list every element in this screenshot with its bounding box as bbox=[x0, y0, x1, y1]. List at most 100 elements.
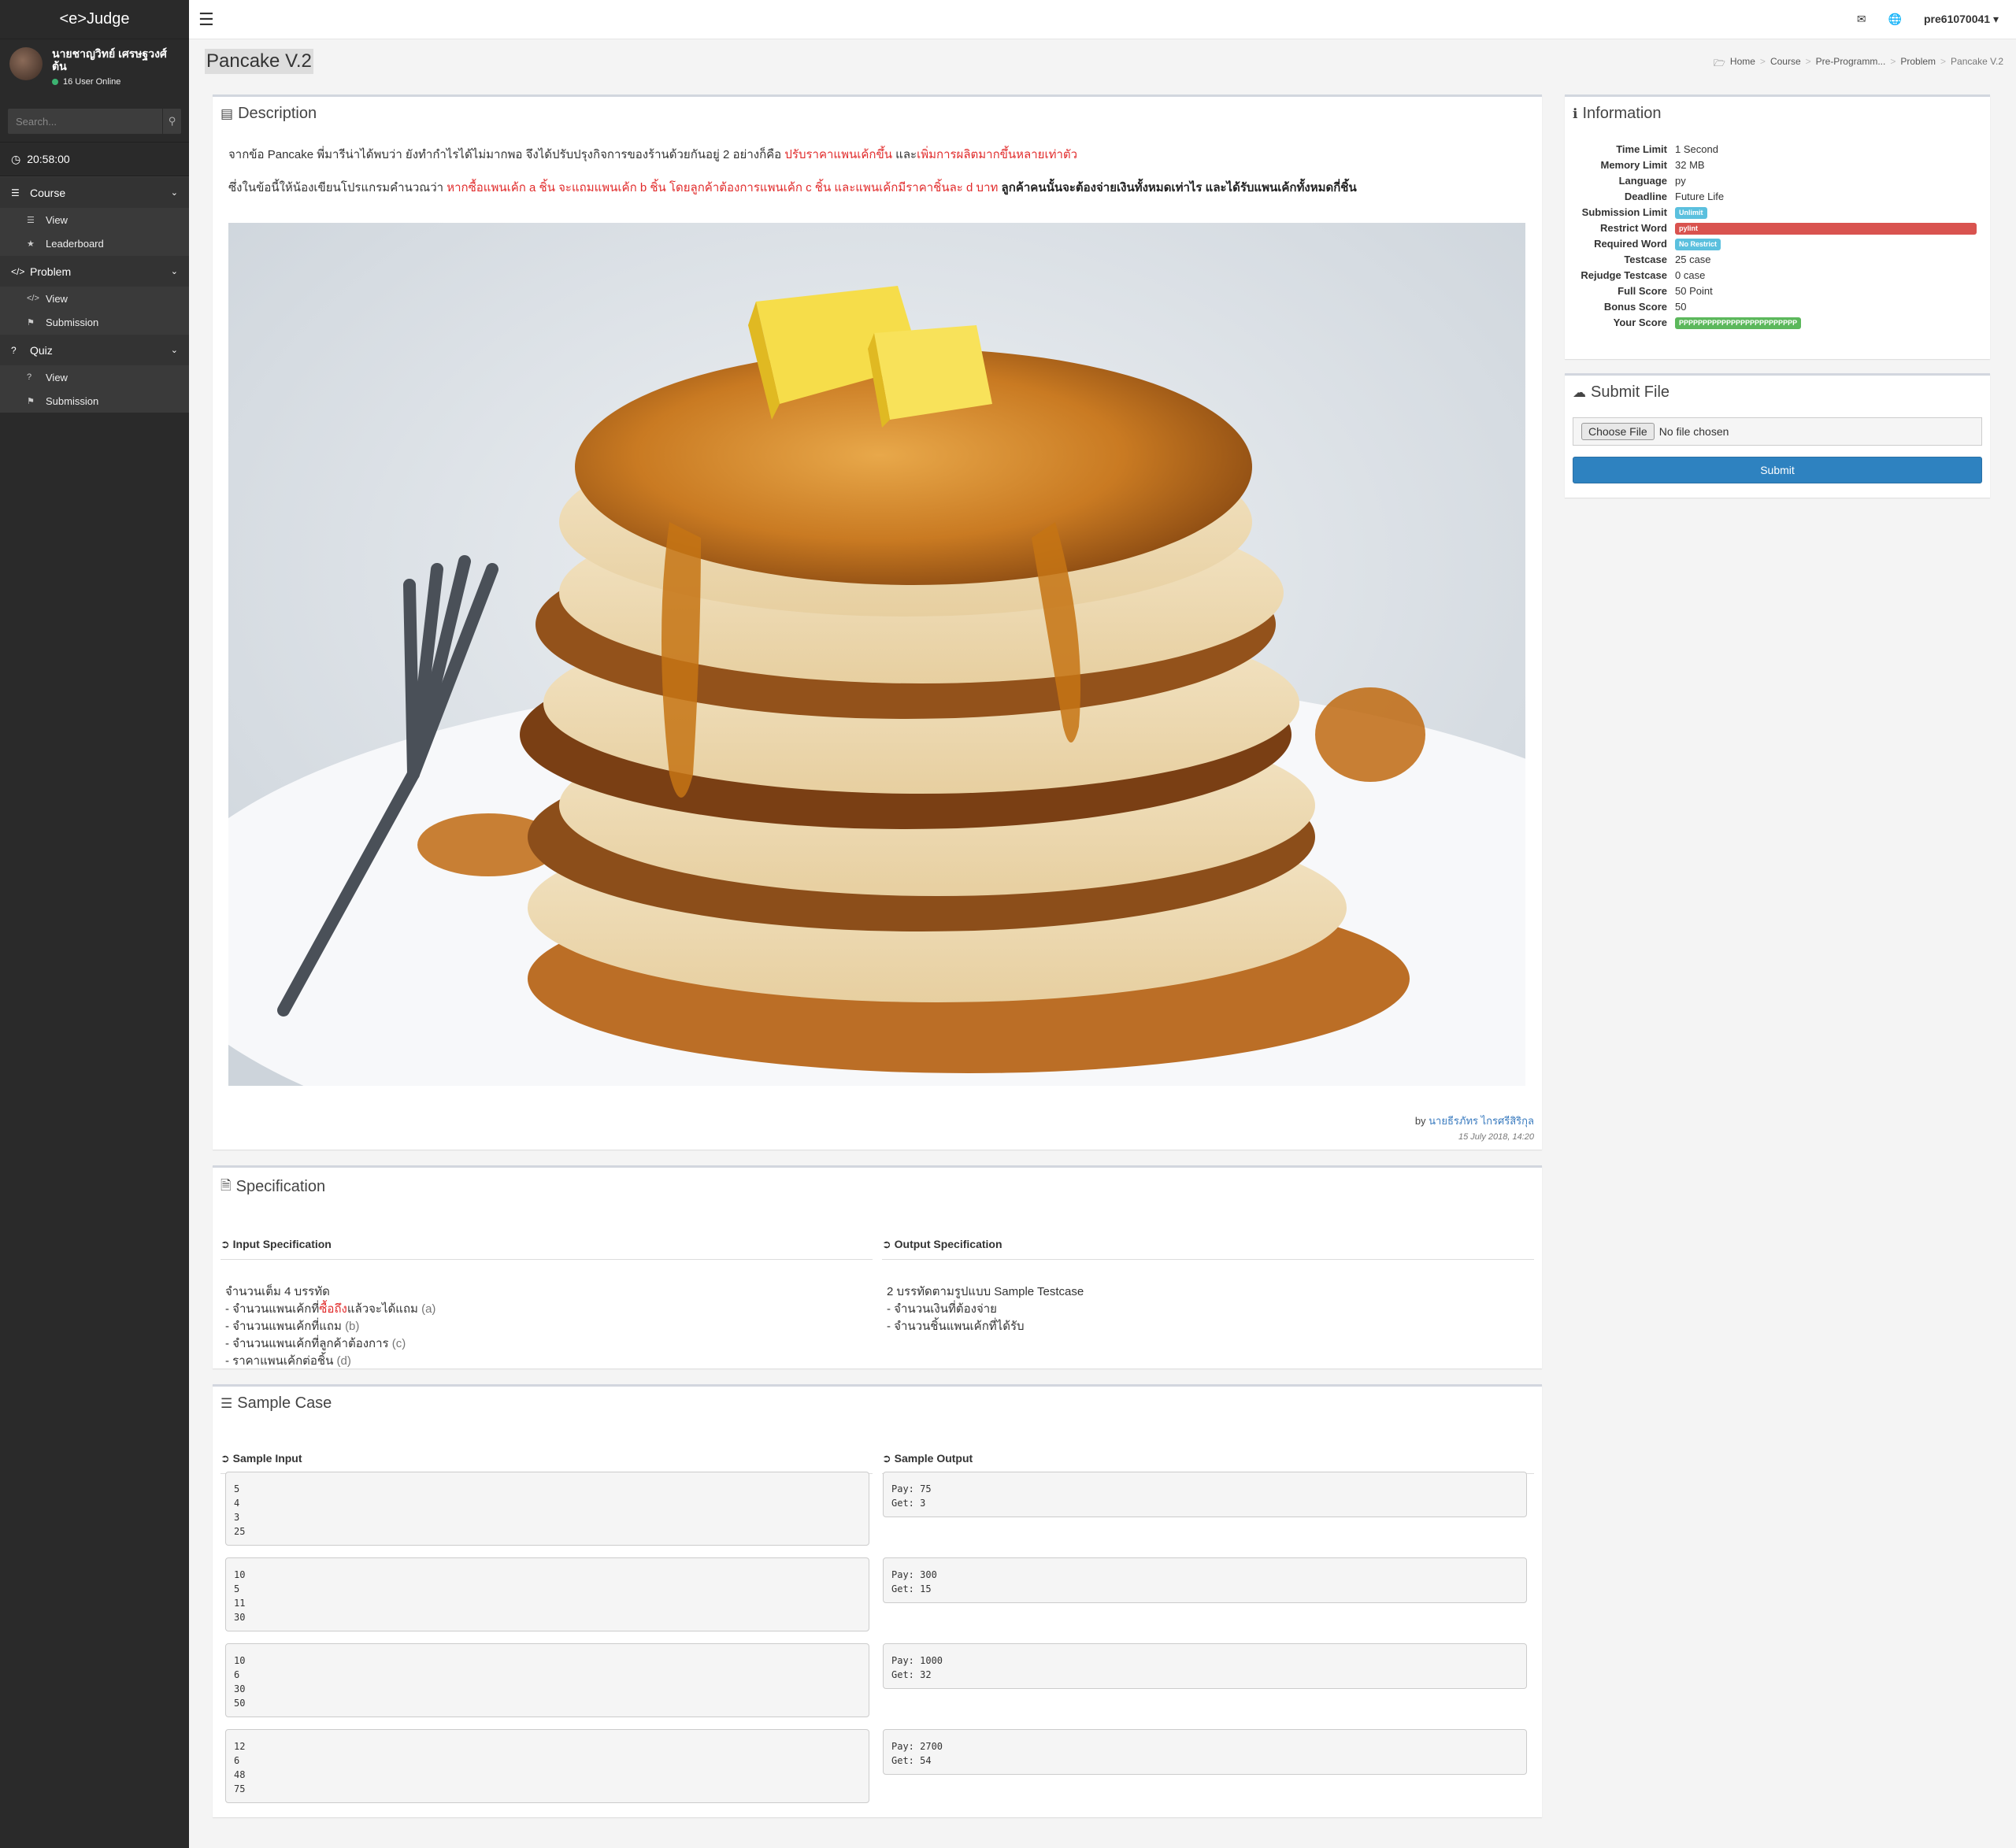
sample-case-title: Sample Case bbox=[237, 1394, 332, 1412]
choose-file-button[interactable]: Choose File bbox=[1581, 423, 1655, 440]
sidebar-item-course-view[interactable]: ☰ View bbox=[0, 208, 189, 231]
info-row-testcase: Testcase 25 case bbox=[1565, 252, 1990, 268]
breadcrumb-home[interactable]: Home bbox=[1730, 56, 1755, 72]
bold-text: ลูกค้าคนนั้นจะต้องจ่ายเงินทั้งหมดเท่าไร … bbox=[998, 181, 1357, 194]
output-specification-label: Output Specification bbox=[894, 1238, 1002, 1250]
list-alt-icon: ▤ bbox=[220, 106, 234, 121]
author-prefix: by bbox=[1414, 1115, 1429, 1127]
clock-time: 20:58:00 bbox=[27, 153, 70, 165]
info-value: 0 case bbox=[1675, 269, 1706, 281]
sidebar-item-quiz-submission[interactable]: ⚑ Submission bbox=[0, 389, 189, 413]
sidebar: <e>Judge นายชาญวิทย์ เศรษฐวงศ์ต้น 16 Use… bbox=[0, 0, 189, 1848]
sidebar-item-quiz-view[interactable]: ? View bbox=[0, 365, 189, 389]
globe-icon[interactable]: 🌐 bbox=[1888, 13, 1902, 26]
description-paragraph-2: ซึ่งในข้อนี้ให้น้องเขียนโปรแกรมคำนวณว่า … bbox=[228, 180, 1526, 197]
info-value: py bbox=[1675, 175, 1686, 187]
info-row-deadline: Deadline Future Life bbox=[1565, 189, 1990, 205]
clock: ◷ 20:58:00 bbox=[0, 142, 189, 176]
text-run: - จำนวนแพนเค้กที่ลูกค้าต้องการ bbox=[225, 1337, 392, 1350]
file-input[interactable]: Choose File No file chosen bbox=[1573, 417, 1982, 446]
submit-file-title: Submit File bbox=[1591, 383, 1670, 401]
author-link[interactable]: นายธีรภัทร ไกรศรีสิริกุล bbox=[1429, 1115, 1534, 1127]
author-info: by นายธีรภัทร ไกรศรีสิริกุล 15 July 2018… bbox=[1415, 1113, 1534, 1142]
breadcrumb-separator: > bbox=[1890, 56, 1896, 67]
highlight-text: เพิ่มการผลิตมากขึ้นหลายเท่าตัว bbox=[917, 148, 1078, 161]
sidebar-item-label: View bbox=[46, 371, 68, 383]
sample-input-box[interactable]: 12 6 48 75 bbox=[225, 1729, 869, 1803]
info-value: 50 Point bbox=[1675, 285, 1713, 297]
information-title: Information bbox=[1582, 105, 1662, 122]
question-icon: ? bbox=[27, 372, 32, 382]
sample-output-box[interactable]: Pay: 75 Get: 3 bbox=[883, 1472, 1527, 1517]
flag-icon: ⚑ bbox=[27, 317, 35, 328]
info-row-language: Language py bbox=[1565, 173, 1990, 189]
highlight-text: ปรับราคาแพนเค้กขึ้น bbox=[784, 148, 892, 161]
sample-input-box[interactable]: 5 4 3 25 bbox=[225, 1472, 869, 1546]
info-label: Restrict Word bbox=[1600, 222, 1667, 234]
sidebar-item-leaderboard[interactable]: ★ Leaderboard bbox=[0, 231, 189, 255]
hamburger-menu-icon[interactable]: ☰ bbox=[198, 9, 216, 30]
menu-course[interactable]: ☰ Course ⌄ bbox=[0, 176, 189, 208]
submit-file-panel: ☁ Submit File Choose File No file chosen… bbox=[1565, 373, 1990, 498]
specification-panel: 🗎 Specification ➲ Input Specification จำ… bbox=[213, 1165, 1542, 1368]
cloud-upload-icon: ☁ bbox=[1573, 384, 1586, 400]
text-run: - ราคาแพนเค้กต่อชิ้น bbox=[225, 1354, 337, 1368]
user-profile: นายชาญวิทย์ เศรษฐวงศ์ต้น 16 User Online bbox=[0, 39, 189, 102]
info-label: Your Score bbox=[1613, 317, 1667, 328]
highlight-text: หากซื้อแพนเค้ก a ชิ้น จะแถมแพนเค้ก b ชิ้… bbox=[447, 181, 999, 194]
flag-icon: ⚑ bbox=[27, 396, 35, 406]
user-menu[interactable]: pre61070041 ▾ bbox=[1924, 13, 1999, 26]
sidebar-search: ⚲ bbox=[8, 109, 181, 134]
menu-quiz[interactable]: ? Quiz ⌄ bbox=[0, 334, 189, 365]
submit-button[interactable]: Submit bbox=[1573, 457, 1982, 483]
sample-input-box[interactable]: 10 6 30 50 bbox=[225, 1643, 869, 1717]
sign-in-icon: ➲ bbox=[220, 1452, 230, 1465]
info-value: 50 bbox=[1675, 301, 1687, 313]
spec-line: - จำนวนเงินที่ต้องจ่าย bbox=[887, 1302, 997, 1316]
breadcrumb-pre-programming[interactable]: Pre-Programm... bbox=[1816, 56, 1886, 72]
info-row-full-score: Full Score 50 Point bbox=[1565, 283, 1990, 299]
description-paragraph-1: จากข้อ Pancake พี่มารีน่าได้พบว่า ยังทำก… bbox=[228, 146, 1526, 164]
app-brand[interactable]: <e>Judge bbox=[0, 0, 189, 39]
online-status: 16 User Online bbox=[52, 77, 180, 87]
search-input[interactable] bbox=[8, 109, 162, 134]
caret-down-icon: ▾ bbox=[1992, 13, 1999, 25]
highlight-text: ซื้อถึง bbox=[319, 1302, 347, 1316]
trophy-icon: ★ bbox=[27, 239, 35, 249]
sample-output-box[interactable]: Pay: 2700 Get: 54 bbox=[883, 1729, 1527, 1775]
breadcrumb-problem[interactable]: Problem bbox=[1900, 56, 1936, 72]
text-run: แล้วจะได้แถม bbox=[346, 1302, 422, 1316]
input-specification-head: ➲ Input Specification bbox=[220, 1230, 873, 1260]
sample-case-header: ☰ Sample Case bbox=[213, 1387, 1542, 1420]
output-specification-head: ➲ Output Specification bbox=[882, 1230, 1534, 1260]
sidebar-item-problem-view[interactable]: </> View bbox=[0, 287, 189, 310]
spec-line: - จำนวนแพนเค้กที่แถม (b) bbox=[225, 1318, 868, 1335]
sample-output-box[interactable]: Pay: 300 Get: 15 bbox=[883, 1557, 1527, 1603]
specification-title: Specification bbox=[235, 1178, 326, 1195]
sample-output-box[interactable]: Pay: 1000 Get: 32 bbox=[883, 1643, 1527, 1689]
sign-out-icon: ➲ bbox=[882, 1452, 891, 1465]
spec-line: 2 บรรทัดตามรูปแบบ Sample Testcase bbox=[887, 1285, 1084, 1298]
sidebar-item-label: Submission bbox=[46, 394, 99, 407]
info-label: Testcase bbox=[1624, 254, 1667, 265]
sample-input-label: Sample Input bbox=[232, 1452, 302, 1465]
breadcrumb-course[interactable]: Course bbox=[1770, 56, 1801, 72]
text-run: จากข้อ Pancake พี่มารีน่าได้พบว่า ยังทำก… bbox=[228, 148, 785, 161]
sign-out-icon: ➲ bbox=[882, 1238, 891, 1250]
menu-group-quiz: ? Quiz ⌄ ? View ⚑ Submission bbox=[0, 334, 189, 413]
restrict-word-badge: pylint bbox=[1675, 222, 1977, 235]
search-icon[interactable]: ⚲ bbox=[162, 109, 181, 134]
folder-icon: 🗁 bbox=[1714, 57, 1725, 69]
breadcrumb-separator: > bbox=[1759, 56, 1766, 67]
page-title: Pancake V.2 bbox=[205, 49, 313, 74]
sidebar-item-problem-submission[interactable]: ⚑ Submission bbox=[0, 310, 189, 334]
sample-input-box[interactable]: 10 5 11 30 bbox=[225, 1557, 869, 1631]
menu-problem-label: Problem bbox=[30, 265, 72, 278]
info-label: Submission Limit bbox=[1581, 206, 1667, 218]
topbar: ☰ ✉ 🌐 pre61070041 ▾ bbox=[189, 0, 2016, 39]
mail-icon[interactable]: ✉ bbox=[1857, 13, 1866, 26]
menu-quiz-label: Quiz bbox=[30, 343, 53, 357]
sidebar-item-label: View bbox=[46, 213, 68, 226]
chevron-down-icon: ⌄ bbox=[170, 346, 178, 355]
menu-problem[interactable]: </> Problem ⌄ bbox=[0, 255, 189, 287]
